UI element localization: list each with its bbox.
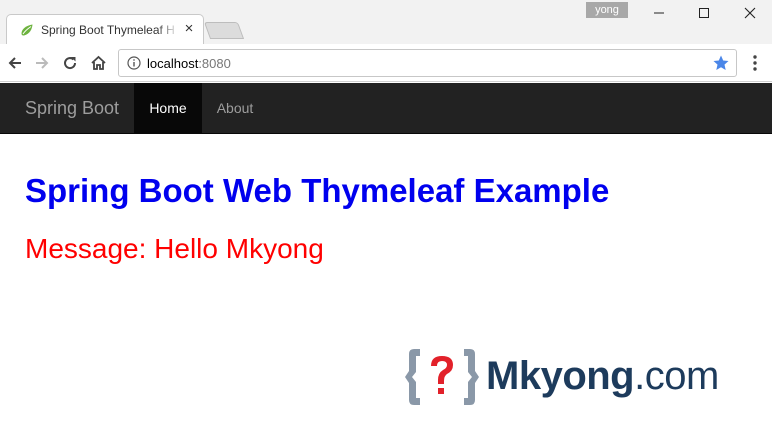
navbar-brand[interactable]: Spring Boot: [25, 98, 119, 119]
address-bar[interactable]: localhost:8080: [118, 49, 737, 77]
forward-arrow-icon[interactable]: [32, 53, 52, 73]
mkyong-logo-icon: [405, 349, 479, 405]
menu-dots-icon[interactable]: [747, 53, 763, 73]
info-icon[interactable]: [127, 56, 141, 70]
profile-badge[interactable]: yong: [586, 2, 628, 18]
message-label: Message:: [25, 233, 155, 264]
new-tab-button[interactable]: [203, 22, 245, 39]
home-icon[interactable]: [88, 53, 108, 73]
mkyong-logo: Mkyong.com: [404, 346, 734, 408]
nav-item-home[interactable]: Home: [134, 83, 202, 133]
reload-icon[interactable]: [60, 53, 80, 73]
page-heading: Spring Boot Web Thymeleaf Example: [25, 172, 610, 209]
logo-text: Mkyong.com: [486, 354, 719, 398]
minimize-icon[interactable]: [636, 0, 682, 26]
maximize-icon[interactable]: [681, 0, 727, 26]
site-navbar: Spring Boot Home About: [0, 83, 772, 134]
nav-item-about[interactable]: About: [202, 83, 268, 133]
browser-tab[interactable]: Spring Boot Thymeleaf H ×: [6, 14, 204, 44]
message-value: Hello Mkyong: [154, 233, 324, 264]
window-close-icon[interactable]: [727, 0, 772, 26]
browser-titlebar: Spring Boot Thymeleaf H × yong: [0, 0, 772, 44]
url-text: localhost:8080: [147, 56, 231, 71]
message-text: Message: Hello Mkyong: [25, 233, 324, 265]
browser-toolbar: localhost:8080: [0, 44, 772, 82]
back-arrow-icon[interactable]: [5, 53, 25, 73]
close-icon[interactable]: ×: [182, 21, 196, 36]
spring-leaf-icon: [21, 24, 33, 36]
star-icon[interactable]: [712, 54, 730, 72]
